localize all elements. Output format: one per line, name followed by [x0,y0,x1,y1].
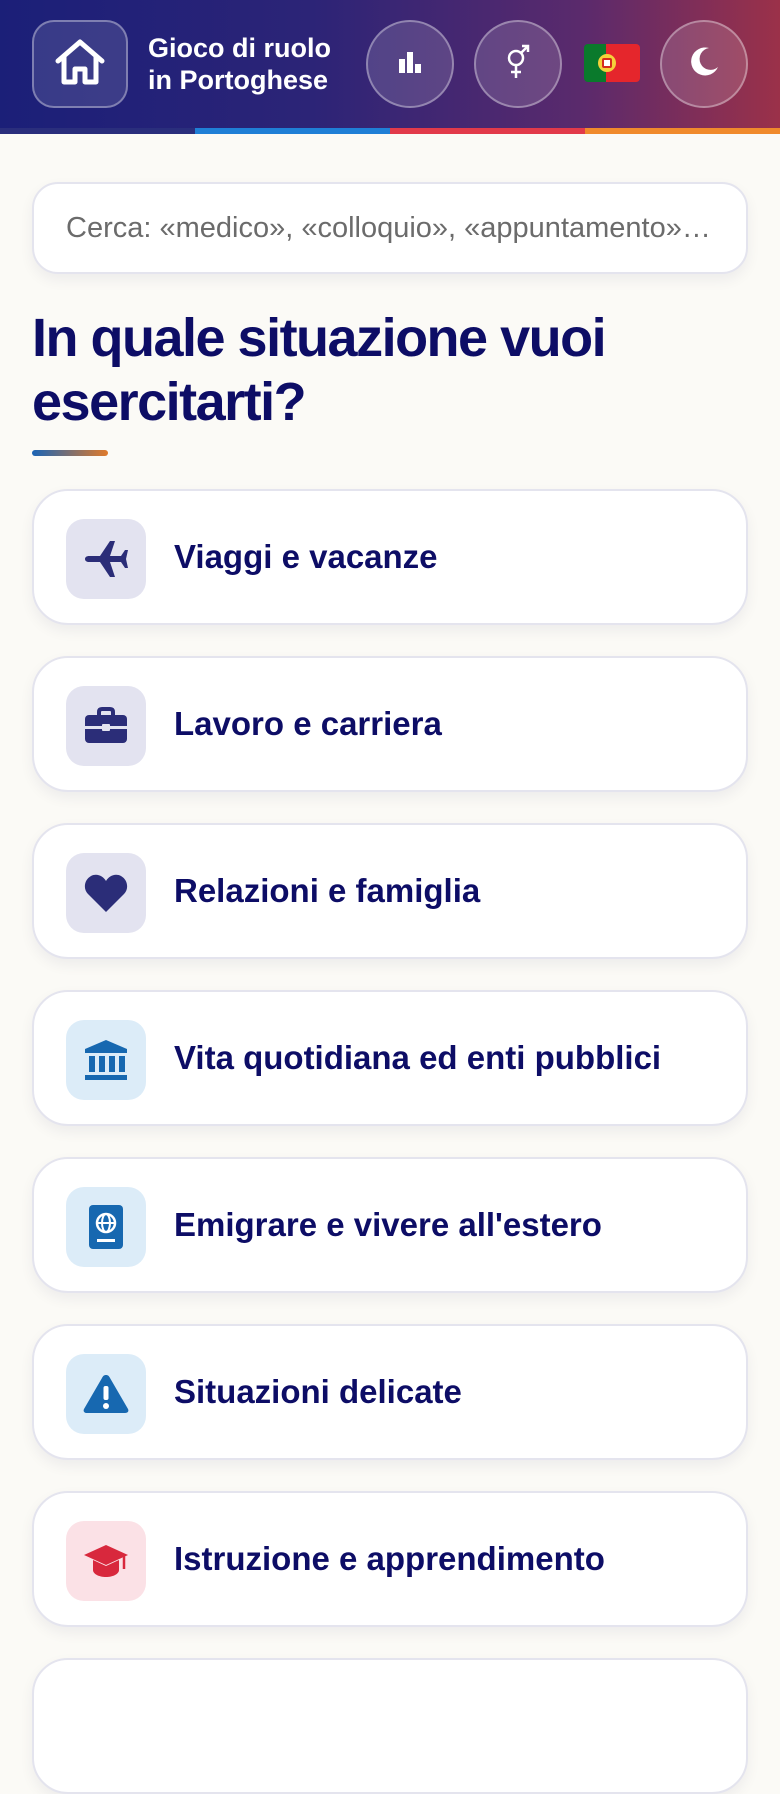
home-icon [53,37,107,92]
bar-chart-icon [397,49,423,80]
app-title: Gioco di ruolo in Portoghese [148,32,348,96]
gender-button[interactable] [474,20,562,108]
stats-button[interactable] [366,20,454,108]
page-title: In quale situazione vuoi esercitarti? [32,308,607,432]
category-next-partial[interactable] [32,1658,748,1794]
moon-icon [687,45,721,84]
portugal-flag-icon[interactable] [584,44,640,82]
category-education[interactable]: Istruzione e apprendimento [32,1491,748,1627]
search-input[interactable] [32,182,748,274]
category-label: Viaggi e vacanze [174,538,438,575]
category-relationships[interactable]: Relazioni e famiglia [32,823,748,959]
heart-icon [66,853,146,933]
category-label: Lavoro e carriera [174,705,442,742]
category-label: Situazioni delicate [174,1373,462,1410]
stripe-2 [195,128,390,134]
category-delicate-situations[interactable]: Situazioni delicate [32,1324,748,1460]
airplane-icon [66,519,146,599]
title-underline [32,450,108,456]
category-travel[interactable]: Viaggi e vacanze [32,489,748,625]
gender-icon [503,44,533,85]
stripe-4 [585,128,780,134]
category-daily-life[interactable]: Vita quotidiana ed enti pubblici [32,990,748,1126]
category-label: Istruzione e apprendimento [174,1540,605,1577]
category-label: Vita quotidiana ed enti pubblici [174,1039,662,1076]
stripe-1 [0,128,195,134]
category-label: Emigrare e vivere all'estero [174,1206,602,1243]
app-header: Gioco di ruolo in Portoghese [0,0,780,134]
app-title-line1: Gioco di ruolo [148,33,331,63]
graduation-cap-icon [66,1521,146,1601]
theme-toggle-button[interactable] [660,20,748,108]
warning-icon [66,1354,146,1434]
app-title-line2: in Portoghese [148,65,329,95]
stripe-3 [390,128,585,134]
category-emigration[interactable]: Emigrare e vivere all'estero [32,1157,748,1293]
government-building-icon [66,1020,146,1100]
briefcase-icon [66,686,146,766]
category-label: Relazioni e famiglia [174,872,481,909]
passport-icon [66,1187,146,1267]
header-accent-stripes [0,128,780,134]
category-work[interactable]: Lavoro e carriera [32,656,748,792]
home-button[interactable] [32,20,128,108]
